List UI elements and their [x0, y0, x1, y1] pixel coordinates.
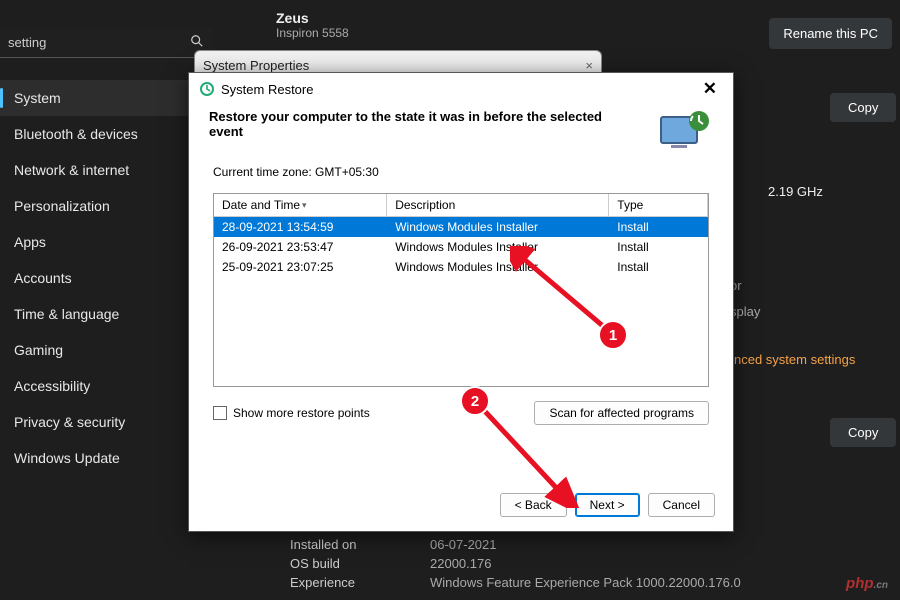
sidebar-item-windows-update[interactable]: Windows Update: [0, 440, 212, 476]
system-restore-dialog: System Restore ✕ Restore your computer t…: [188, 72, 734, 532]
checkbox-icon: [213, 406, 227, 420]
copy-button-1[interactable]: Copy: [830, 93, 896, 122]
spec-value: 22000.176: [430, 556, 491, 571]
sidebar-item-bluetooth[interactable]: Bluetooth & devices: [0, 116, 212, 152]
next-button[interactable]: Next >: [575, 493, 640, 517]
close-icon[interactable]: ✕: [697, 79, 723, 99]
sidebar-item-accessibility[interactable]: Accessibility: [0, 368, 212, 404]
user-block: Zeus Inspiron 5558: [276, 10, 349, 40]
table-row[interactable]: 28-09-2021 13:54:59 Windows Modules Inst…: [214, 217, 708, 238]
sidebar-item-system[interactable]: System: [0, 80, 212, 116]
show-more-label: Show more restore points: [233, 406, 370, 420]
search-icon: [190, 34, 204, 51]
timezone-label: Current time zone: GMT+05:30: [189, 165, 733, 187]
spec-label: OS build: [290, 556, 400, 571]
search-box[interactable]: [0, 28, 212, 58]
table-row[interactable]: 26-09-2021 23:53:47 Windows Modules Inst…: [214, 237, 708, 257]
col-type[interactable]: Type: [609, 194, 708, 217]
dialog-title: System Restore: [221, 82, 313, 97]
sidebar-item-apps[interactable]: Apps: [0, 224, 212, 260]
sidebar-item-accounts[interactable]: Accounts: [0, 260, 212, 296]
sidebar: System Bluetooth & devices Network & int…: [0, 80, 212, 476]
advanced-system-settings-link[interactable]: nced system settings: [734, 352, 855, 367]
spec-label: Installed on: [290, 537, 400, 552]
copy-button-2[interactable]: Copy: [830, 418, 896, 447]
restore-icon: [199, 81, 215, 97]
sidebar-item-gaming[interactable]: Gaming: [0, 332, 212, 368]
spec-value: Windows Feature Experience Pack 1000.220…: [430, 575, 741, 590]
dialog-titlebar: System Restore ✕: [189, 73, 733, 105]
windows-spec: Installed on 06-07-2021 OS build 22000.176…: [290, 533, 741, 590]
col-description[interactable]: Description: [387, 194, 609, 217]
sidebar-item-network[interactable]: Network & internet: [0, 152, 212, 188]
sidebar-item-personalization[interactable]: Personalization: [0, 188, 212, 224]
cancel-button[interactable]: Cancel: [648, 493, 715, 517]
dialog-header-text: Restore your computer to the state it wa…: [209, 109, 637, 139]
table-row[interactable]: 25-09-2021 23:07:25 Windows Modules Inst…: [214, 257, 708, 277]
cpu-speed: 2.19 GHz: [768, 184, 823, 199]
device-model: Inspiron 5558: [276, 26, 349, 40]
search-input[interactable]: [8, 35, 190, 50]
close-icon[interactable]: ×: [585, 58, 593, 73]
show-more-checkbox[interactable]: Show more restore points: [213, 406, 370, 420]
back-button[interactable]: < Back: [500, 493, 567, 517]
system-properties-title: System Properties: [203, 58, 309, 73]
col-date-time[interactable]: Date and Time▾: [214, 194, 387, 217]
sidebar-item-time-language[interactable]: Time & language: [0, 296, 212, 332]
fragment-splay: splay: [730, 304, 760, 319]
sidebar-item-privacy[interactable]: Privacy & security: [0, 404, 212, 440]
sort-desc-icon: ▾: [300, 200, 307, 210]
spec-value: 06-07-2021: [430, 537, 497, 552]
restore-large-icon: [657, 109, 713, 155]
user-name: Zeus: [276, 10, 349, 26]
scan-affected-button[interactable]: Scan for affected programs: [534, 401, 709, 425]
rename-pc-button[interactable]: Rename this PC: [769, 18, 892, 49]
watermark: php.cn: [846, 575, 888, 592]
restore-points-table[interactable]: Date and Time▾ Description Type 28-09-20…: [213, 193, 709, 387]
spec-label: Experience: [290, 575, 400, 590]
